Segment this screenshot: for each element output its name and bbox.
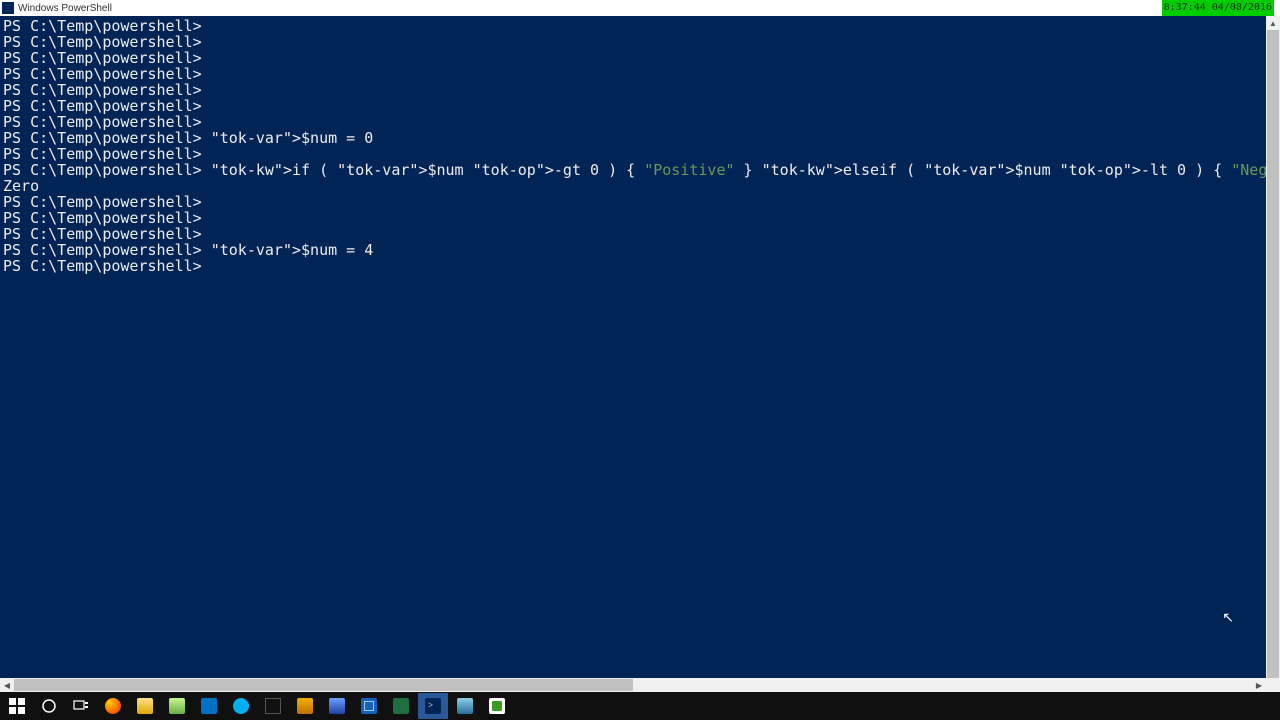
taskview-icon	[73, 698, 89, 714]
taskbar-excel[interactable]	[386, 693, 416, 719]
firefox-icon	[105, 698, 121, 714]
taskbar-app2[interactable]	[322, 693, 352, 719]
powershell-window-icon	[2, 2, 14, 14]
cortana-circle-icon	[41, 698, 57, 714]
generic-app-icon	[329, 698, 345, 714]
window-titlebar[interactable]: Windows PowerShell 8:37:44 04/08/2016	[0, 0, 1280, 16]
folder-icon	[137, 698, 153, 714]
console-output[interactable]: PS C:\Temp\powershell> PS C:\Temp\powers…	[0, 16, 1280, 678]
taskbar-skype[interactable]	[226, 693, 256, 719]
taskbar-powershell[interactable]: >	[418, 693, 448, 719]
taskbar-explorer[interactable]	[130, 693, 160, 719]
skype-icon	[233, 698, 249, 714]
taskbar-powershell-ise[interactable]	[450, 693, 480, 719]
scroll-right-arrow-icon[interactable]: ▶	[1252, 678, 1266, 692]
excel-icon	[393, 698, 409, 714]
taskbar-cmd[interactable]	[258, 693, 288, 719]
taskview-button[interactable]	[66, 693, 96, 719]
virtualbox-icon	[361, 698, 377, 714]
horizontal-scroll-thumb[interactable]	[14, 679, 633, 691]
taskbar: >	[0, 692, 1280, 720]
window-title: Windows PowerShell	[18, 3, 112, 14]
clock-overlay: 8:37:44 04/08/2016	[1162, 0, 1274, 16]
powershell-icon: >	[425, 698, 441, 714]
start-button[interactable]	[2, 693, 32, 719]
scroll-up-arrow-icon[interactable]: ▲	[1266, 16, 1280, 30]
outlook-icon	[201, 698, 217, 714]
notepadpp-icon	[169, 698, 185, 714]
vertical-scroll-track[interactable]	[1266, 30, 1280, 664]
generic-app-icon	[297, 698, 313, 714]
taskbar-virtualbox[interactable]	[354, 693, 384, 719]
console-area: PS C:\Temp\powershell> PS C:\Temp\powers…	[0, 16, 1280, 692]
horizontal-scroll-track[interactable]	[14, 678, 1252, 692]
vertical-scrollbar[interactable]: ▲ ▼	[1266, 16, 1280, 678]
camtasia-icon	[489, 698, 505, 714]
taskbar-camtasia[interactable]	[482, 693, 512, 719]
powershell-ise-icon	[457, 698, 473, 714]
taskbar-app1[interactable]	[290, 693, 320, 719]
cmd-icon	[265, 698, 281, 714]
windows-logo-icon	[9, 698, 25, 714]
scroll-corner	[1266, 678, 1280, 692]
taskbar-notepadpp[interactable]	[162, 693, 192, 719]
vertical-scroll-thumb[interactable]	[1267, 30, 1279, 690]
scroll-left-arrow-icon[interactable]: ◀	[0, 678, 14, 692]
taskbar-firefox[interactable]	[98, 693, 128, 719]
cortana-button[interactable]	[34, 693, 64, 719]
taskbar-outlook[interactable]	[194, 693, 224, 719]
horizontal-scrollbar[interactable]: ◀ ▶	[0, 678, 1266, 692]
